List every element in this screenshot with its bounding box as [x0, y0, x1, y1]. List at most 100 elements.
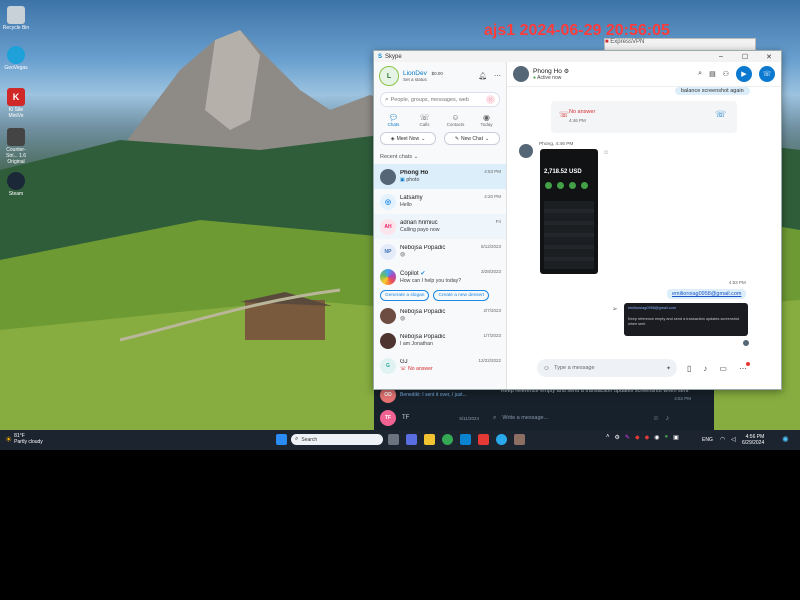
- audio-call-button[interactable]: ☏: [759, 66, 775, 82]
- desktop-icon-geovegas[interactable]: GeoVegas: [2, 46, 30, 71]
- contacts-share-icon[interactable]: ▭: [719, 364, 727, 373]
- chrome-icon[interactable]: [442, 434, 453, 445]
- email-link[interactable]: emilioroiag0958@gmail.com: [667, 289, 747, 299]
- more-icon[interactable]: ⋯: [739, 361, 750, 373]
- tray-app-icon[interactable]: ⚙: [615, 434, 620, 441]
- chevron-up-icon[interactable]: ˄: [606, 434, 610, 441]
- bell-icon[interactable]: 🔔︎: [478, 72, 487, 80]
- format-icon[interactable]: ✦: [666, 365, 671, 372]
- tab-contacts[interactable]: ☺ Contacts: [443, 113, 469, 127]
- tray-app-icon[interactable]: ▣: [673, 434, 679, 441]
- suggestion-button[interactable]: Create a new dessert: [433, 290, 490, 301]
- message-time: 4:53 PM: [729, 280, 746, 285]
- reaction-icon[interactable]: ☺: [603, 150, 609, 156]
- language-indicator[interactable]: ENG: [702, 437, 713, 443]
- conversation-header[interactable]: Phong Ho ⚙ ● Active now ⌕ ▤ ⚇ ▶ ☏: [507, 62, 781, 87]
- missed-call-card[interactable]: ☏ No answer 4:46 PM ☏: [551, 101, 737, 133]
- avatar: [519, 144, 533, 158]
- clock[interactable]: 4:56 PM 6/29/2024: [742, 434, 764, 446]
- window-titlebar[interactable]: S Skype – ☐ ✕: [374, 51, 781, 62]
- minimize-button[interactable]: –: [709, 53, 733, 61]
- list-item[interactable]: AH adrian hrimiuc Calling payo now Fri: [374, 214, 506, 239]
- taskbar-search[interactable]: ⌕ Search: [291, 434, 383, 445]
- suggestion-button[interactable]: Generate a slogan: [380, 290, 430, 301]
- online-dot-icon: ●: [533, 74, 537, 81]
- list-item[interactable]: Copilot ✔ How can I help you today? 3/28…: [374, 264, 506, 289]
- windows-start-icon[interactable]: [276, 434, 287, 445]
- call-back-icon[interactable]: ☏: [715, 109, 726, 120]
- desktop-icon-ki[interactable]: K Ki Site MiniVe: [2, 88, 30, 119]
- photo-transactions-list: [544, 201, 594, 269]
- list-item[interactable]: NP Nebojsa Popadic 😛︎ 5/12/2023: [374, 239, 506, 264]
- attach-icon[interactable]: ⌕: [493, 415, 496, 422]
- tab-calls[interactable]: ☏ Calls: [412, 113, 438, 127]
- desktop-icon-counter-strike[interactable]: Counter-Stri... 1.6 Original: [2, 128, 30, 165]
- list-item[interactable]: Nebojsa Popadic 😛︎ 2/7/2023: [374, 303, 506, 328]
- skype-taskbar-icon[interactable]: [460, 434, 471, 445]
- meet-now-button[interactable]: ◈ Meet Now ⌄: [380, 132, 436, 145]
- desktop-icon-steam[interactable]: Steam: [2, 172, 30, 197]
- copilot-taskbar-icon[interactable]: ✺: [782, 435, 789, 444]
- avatar[interactable]: L: [379, 66, 399, 86]
- tray-app-icon[interactable]: ◆: [645, 434, 650, 441]
- list-item[interactable]: Phong Ho ▣ photo 4:53 PM: [374, 164, 506, 189]
- close-button[interactable]: ✕: [757, 53, 781, 61]
- telegram-icon[interactable]: [496, 434, 507, 445]
- avatar[interactable]: [513, 66, 529, 82]
- volume-icon[interactable]: ◁: [731, 436, 736, 443]
- emoji-icon[interactable]: ☺: [652, 415, 659, 422]
- telegram-background-window[interactable]: OD Benedikt: I sent it over, I just... K…: [374, 383, 714, 430]
- list-item[interactable]: Nebojsa Popadic I am Jonathan 1/7/2023: [374, 328, 506, 353]
- attach-file-icon[interactable]: ▯: [687, 364, 691, 373]
- tray-app-icon[interactable]: ✎: [625, 434, 630, 441]
- microphone-icon[interactable]: ♪: [703, 364, 707, 373]
- microphone-icon[interactable]: ♪: [666, 415, 670, 422]
- forward-icon[interactable]: ➢: [612, 305, 618, 313]
- search-icon: ⌕: [295, 436, 299, 442]
- message-sender: Phong, 4:46 PM: [539, 142, 574, 147]
- list-item[interactable]: ◎ Latsamy Hello 4:20 PM: [374, 189, 506, 214]
- profile-header[interactable]: L LionDev $0.00 Set a status 🔔︎ ⋯: [374, 62, 506, 90]
- search-input[interactable]: ⌕ People, groups, messages, web ⁙: [380, 92, 500, 107]
- profile-name: LionDev: [403, 70, 427, 77]
- message-area: balance screenshot again ☏ No answer 4:4…: [507, 87, 781, 357]
- gallery-icon[interactable]: ▤: [709, 70, 716, 78]
- file-explorer-icon[interactable]: [424, 434, 435, 445]
- outgoing-message[interactable]: balance screenshot again: [675, 87, 750, 95]
- wifi-icon[interactable]: ◠: [720, 436, 725, 443]
- vpn-tray-icon[interactable]: ◆: [635, 434, 640, 441]
- add-people-icon[interactable]: ⚇: [723, 70, 729, 78]
- contact-name[interactable]: Phong Ho: [533, 68, 562, 75]
- desktop-icon-recycle-bin[interactable]: Recycle Bin: [2, 6, 30, 31]
- telegram-chat-row[interactable]: TF TF 5/11/2024 ⌕ Write a message... ☺ ♪: [374, 407, 714, 429]
- weather-widget[interactable]: ☀ 81°F Partly cloudy: [5, 433, 43, 445]
- app-icon[interactable]: [514, 434, 525, 445]
- telegram-compose[interactable]: Write a message...: [502, 415, 652, 421]
- task-view-icon[interactable]: [388, 434, 399, 445]
- tab-today[interactable]: ◉ Today: [474, 113, 500, 127]
- tray-app-icon[interactable]: ●: [664, 434, 668, 441]
- shared-photo[interactable]: 2,718.52 USD: [540, 149, 598, 274]
- maximize-button[interactable]: ☐: [733, 53, 757, 61]
- list-item[interactable]: G GJ ☏ No answer 12/22/2022: [374, 353, 506, 378]
- dial-pad-icon[interactable]: ⁙: [486, 95, 495, 104]
- more-options-icon[interactable]: ⋯: [494, 72, 501, 80]
- skype-window[interactable]: S Skype – ☐ ✕ L LionDev $0.00 Set a stat…: [373, 50, 782, 390]
- set-status-link[interactable]: Set a status: [403, 77, 443, 82]
- video-call-button[interactable]: ▶: [736, 66, 752, 82]
- tab-chats[interactable]: 💬︎ Chats: [381, 113, 407, 127]
- tray-app-icon[interactable]: ◉: [654, 434, 659, 441]
- forwarded-screenshot[interactable]: emilioroiag0958@gmail.com Keep reference…: [624, 303, 748, 336]
- emoji-icon[interactable]: ☺: [543, 365, 550, 372]
- copilot-suggestions: Generate a slogan Create a new dessert: [374, 289, 506, 303]
- recent-chats-header[interactable]: Recent chats ⌄: [374, 150, 506, 164]
- gear-icon[interactable]: ⚙: [564, 69, 569, 75]
- taskbar: ☀ 81°F Partly cloudy ⌕ Search ˄ ⚙ ✎ ◆ ◆ …: [0, 430, 800, 450]
- teams-icon[interactable]: [406, 434, 417, 445]
- search-icon[interactable]: ⌕: [698, 70, 702, 78]
- new-chat-button[interactable]: ✎ New Chat ⌄: [444, 132, 500, 145]
- weather-icon: ☀: [5, 434, 13, 444]
- message-input[interactable]: ☺ Type a message ✦: [537, 359, 677, 377]
- expressvpn-icon[interactable]: [478, 434, 489, 445]
- missed-call-icon: ☏: [559, 110, 570, 119]
